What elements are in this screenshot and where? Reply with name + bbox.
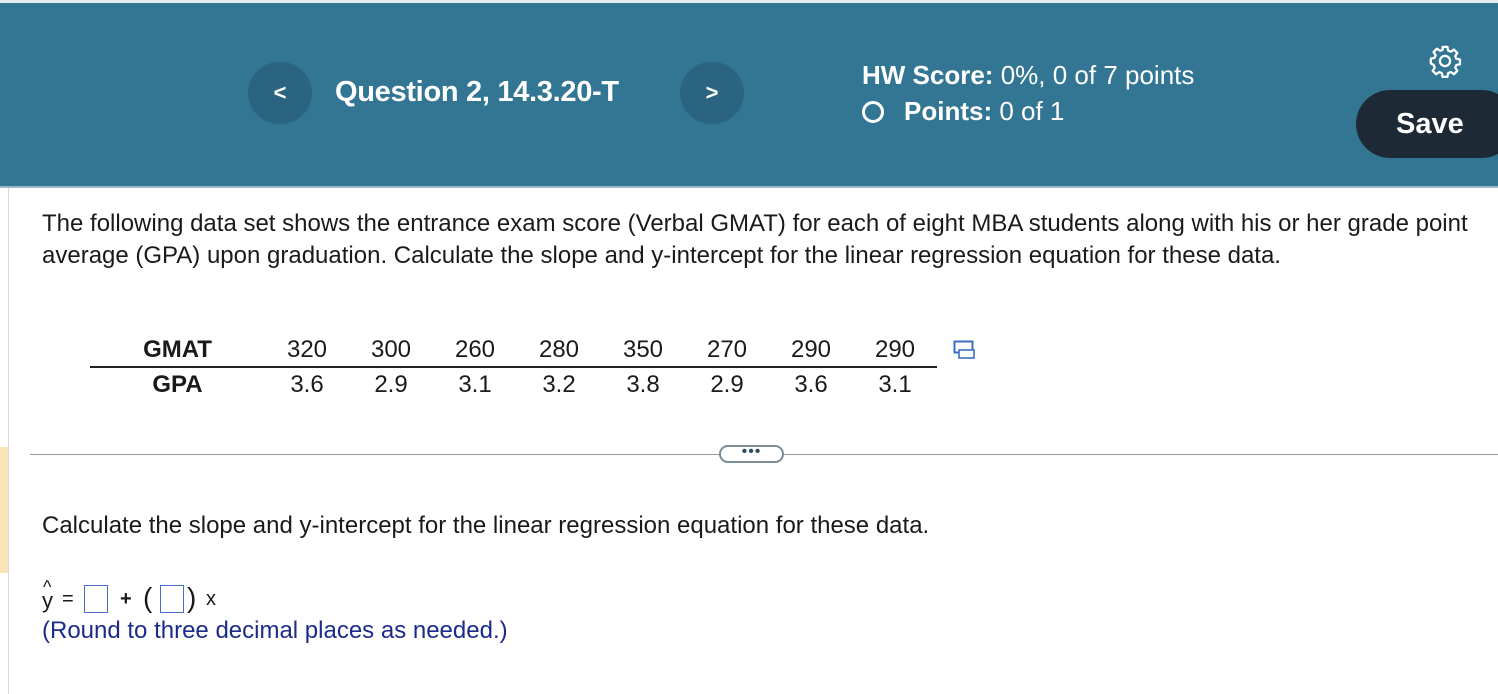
gmat-cell: 350 [601,333,685,368]
copy-icon[interactable] [953,340,977,360]
close-paren: ) [187,582,197,613]
gmat-cell: 300 [349,333,433,368]
gmat-row: GMAT 320 300 260 280 350 270 290 290 [90,333,937,368]
gpa-row: GPA 3.6 2.9 3.1 3.2 3.8 2.9 3.6 3.1 [90,367,937,401]
left-accent-bar [0,447,8,573]
gmat-cell: 270 [685,333,769,368]
gpa-cell: 2.9 [710,370,744,398]
gmat-cell: 320 [265,333,349,368]
gear-icon[interactable] [1428,44,1462,78]
gmat-cell: 290 [769,333,853,368]
points-label: Points: [904,96,993,126]
previous-question-button[interactable]: < [248,62,312,124]
gpa-cell: 3.6 [290,370,324,398]
data-table: GMAT 320 300 260 280 350 270 290 290 GPA… [90,333,937,401]
gmat-cell: 290 [853,333,937,368]
gpa-cell: 3.1 [878,370,912,398]
plus-sign: + [120,588,132,610]
points-status-icon [862,100,884,123]
open-paren: ( [143,582,153,613]
gpa-cell: 3.6 [794,370,828,398]
slope-answer-box[interactable] [160,585,184,613]
y-variable: y [42,588,53,613]
intro-text: The following data set shows the entranc… [42,210,1468,269]
hw-score-label: HW Score: [862,60,994,90]
next-question-button[interactable]: > [680,62,744,124]
hw-score-value: 0%, 0 of 7 points [1000,60,1195,90]
question-text: Calculate the slope and y-intercept for … [42,512,930,539]
points-value: 0 of 1 [999,96,1065,126]
points-status: Points: 0 of 1 [862,96,1064,127]
gpa-cell: 3.8 [626,370,660,398]
intercept-answer-box[interactable] [84,585,108,613]
rounding-hint: (Round to three decimal places as needed… [42,617,508,644]
chevron-right-icon: > [705,80,719,105]
left-border [8,188,9,694]
gpa-cell: 3.2 [542,370,576,398]
more-options-button[interactable]: ••• [719,444,784,463]
gmat-header: GMAT [90,333,265,368]
question-title: Question 2, 14.3.20-T [335,76,619,108]
hw-score: HW Score: 0%, 0 of 7 points [862,60,1194,91]
header-top-line [0,0,1498,3]
gmat-cell: 260 [433,333,517,368]
gpa-cell: 3.1 [458,370,492,398]
gpa-header: GPA [152,370,203,398]
save-button[interactable]: Save [1356,90,1498,158]
question-header: < Question 2, 14.3.20-T > HW Score: 0%, … [0,0,1498,188]
gmat-cell: 280 [517,333,601,368]
equals-sign: = [62,588,74,610]
x-variable: x [206,588,216,610]
gpa-cell: 2.9 [374,370,408,398]
chevron-left-icon: < [273,80,287,105]
